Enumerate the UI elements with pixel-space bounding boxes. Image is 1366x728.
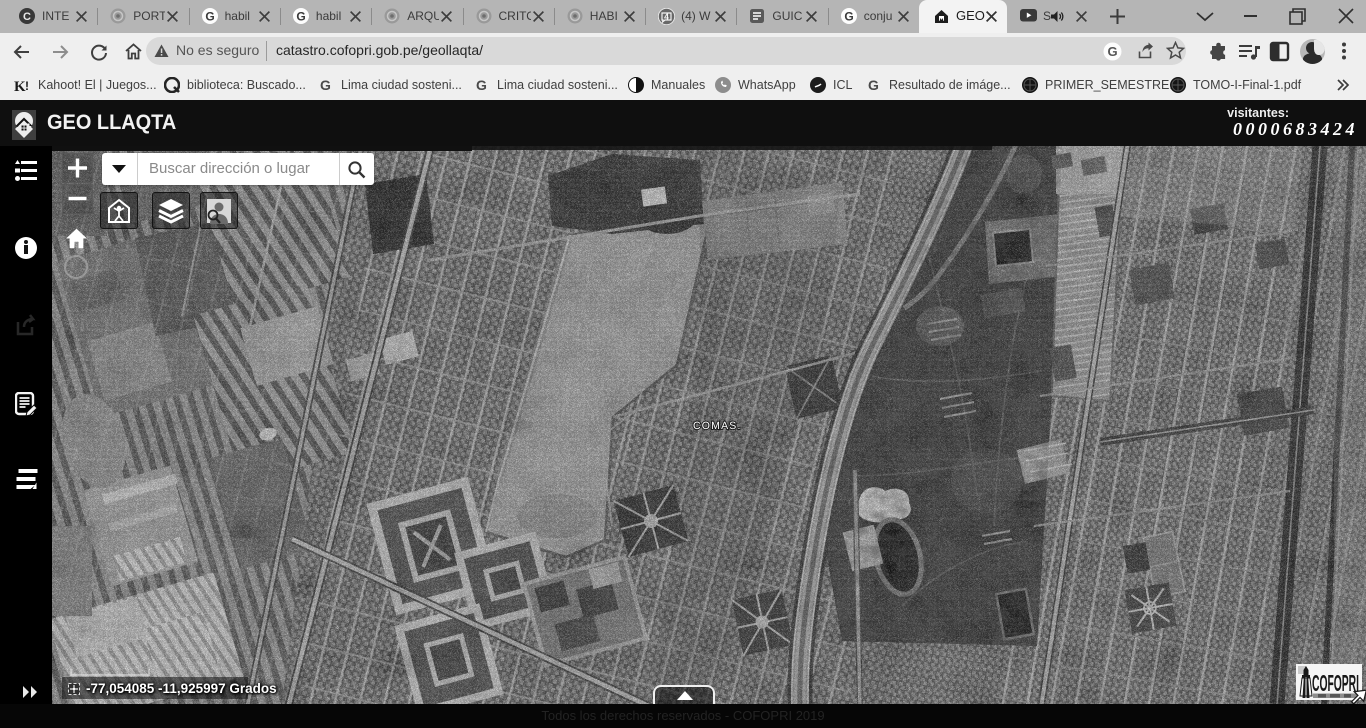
svg-text:COMAS.: COMAS. [693, 420, 742, 432]
svg-text:G: G [476, 77, 487, 93]
svg-text:G: G [844, 10, 853, 24]
svg-text:!: ! [25, 79, 29, 93]
svg-text:G: G [296, 10, 305, 24]
svg-text:4: 4 [664, 12, 669, 22]
svg-text:G: G [1107, 44, 1117, 59]
svg-text:G: G [320, 77, 331, 93]
svg-text:G: G [868, 77, 879, 93]
svg-text:G: G [205, 10, 214, 24]
svg-text:C: C [23, 11, 31, 23]
